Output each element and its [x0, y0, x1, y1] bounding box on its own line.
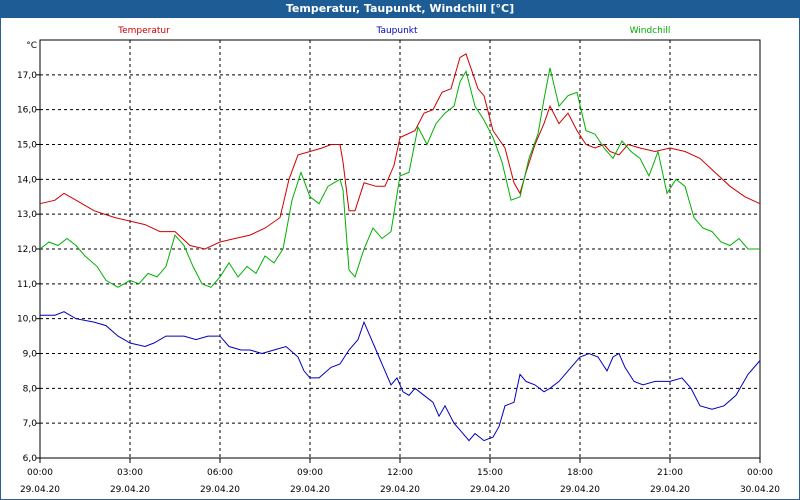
y-tick-label: 6,0 [23, 454, 38, 464]
x-tick-date: 29.04.20 [200, 485, 240, 495]
chart: 6,0 7,0 8,0 9,0 10,0 11,0 12,0 13,0 14,0 15,0 16,0… [17, 26, 780, 495]
legend-windchill: Windchill [630, 26, 671, 36]
x-tick-time: 12:00 [387, 468, 413, 478]
x-tick-time: 09:00 [297, 468, 323, 478]
x-tick-date: 29.04.20 [470, 485, 510, 495]
y-tick-label: 12,0 [17, 245, 37, 255]
x-tick-time: 03:00 [117, 468, 143, 478]
x-tick-date: 29.04.20 [650, 485, 690, 495]
y-tick-label: 14,0 [17, 175, 37, 185]
x-tick-time: 18:00 [567, 468, 593, 478]
legend-taupunkt: Taupunkt [375, 26, 418, 36]
x-tick-time: 00:00 [747, 468, 773, 478]
y-tick-label: 8,0 [23, 384, 38, 394]
x-tick-time: 15:00 [477, 468, 503, 478]
x-tick-date: 29.04.20 [110, 485, 150, 495]
y-tick-label: 13,0 [17, 210, 37, 220]
y-tick-label: 10,0 [17, 315, 37, 325]
x-tick-date: 30.04.20 [740, 485, 780, 495]
y-tick-label: 17,0 [17, 71, 37, 81]
y-tick-label: 11,0 [17, 280, 37, 290]
y-axis-label: °C [26, 41, 37, 51]
x-tick-time: 00:00 [27, 468, 53, 478]
x-tick-time: 21:00 [657, 468, 683, 478]
x-tick-time: 06:00 [207, 468, 233, 478]
legend-temperatur: Temperatur [117, 26, 170, 36]
x-tick-date: 29.04.20 [290, 485, 330, 495]
y-tick-label: 16,0 [17, 106, 37, 116]
x-tick-date: 29.04.20 [380, 485, 420, 495]
y-tick-label: 7,0 [23, 419, 38, 429]
x-tick-date: 29.04.20 [20, 485, 60, 495]
y-tick-label: 15,0 [17, 141, 37, 151]
y-tick-label: 9,0 [23, 350, 38, 360]
x-tick-date: 29.04.20 [560, 485, 600, 495]
